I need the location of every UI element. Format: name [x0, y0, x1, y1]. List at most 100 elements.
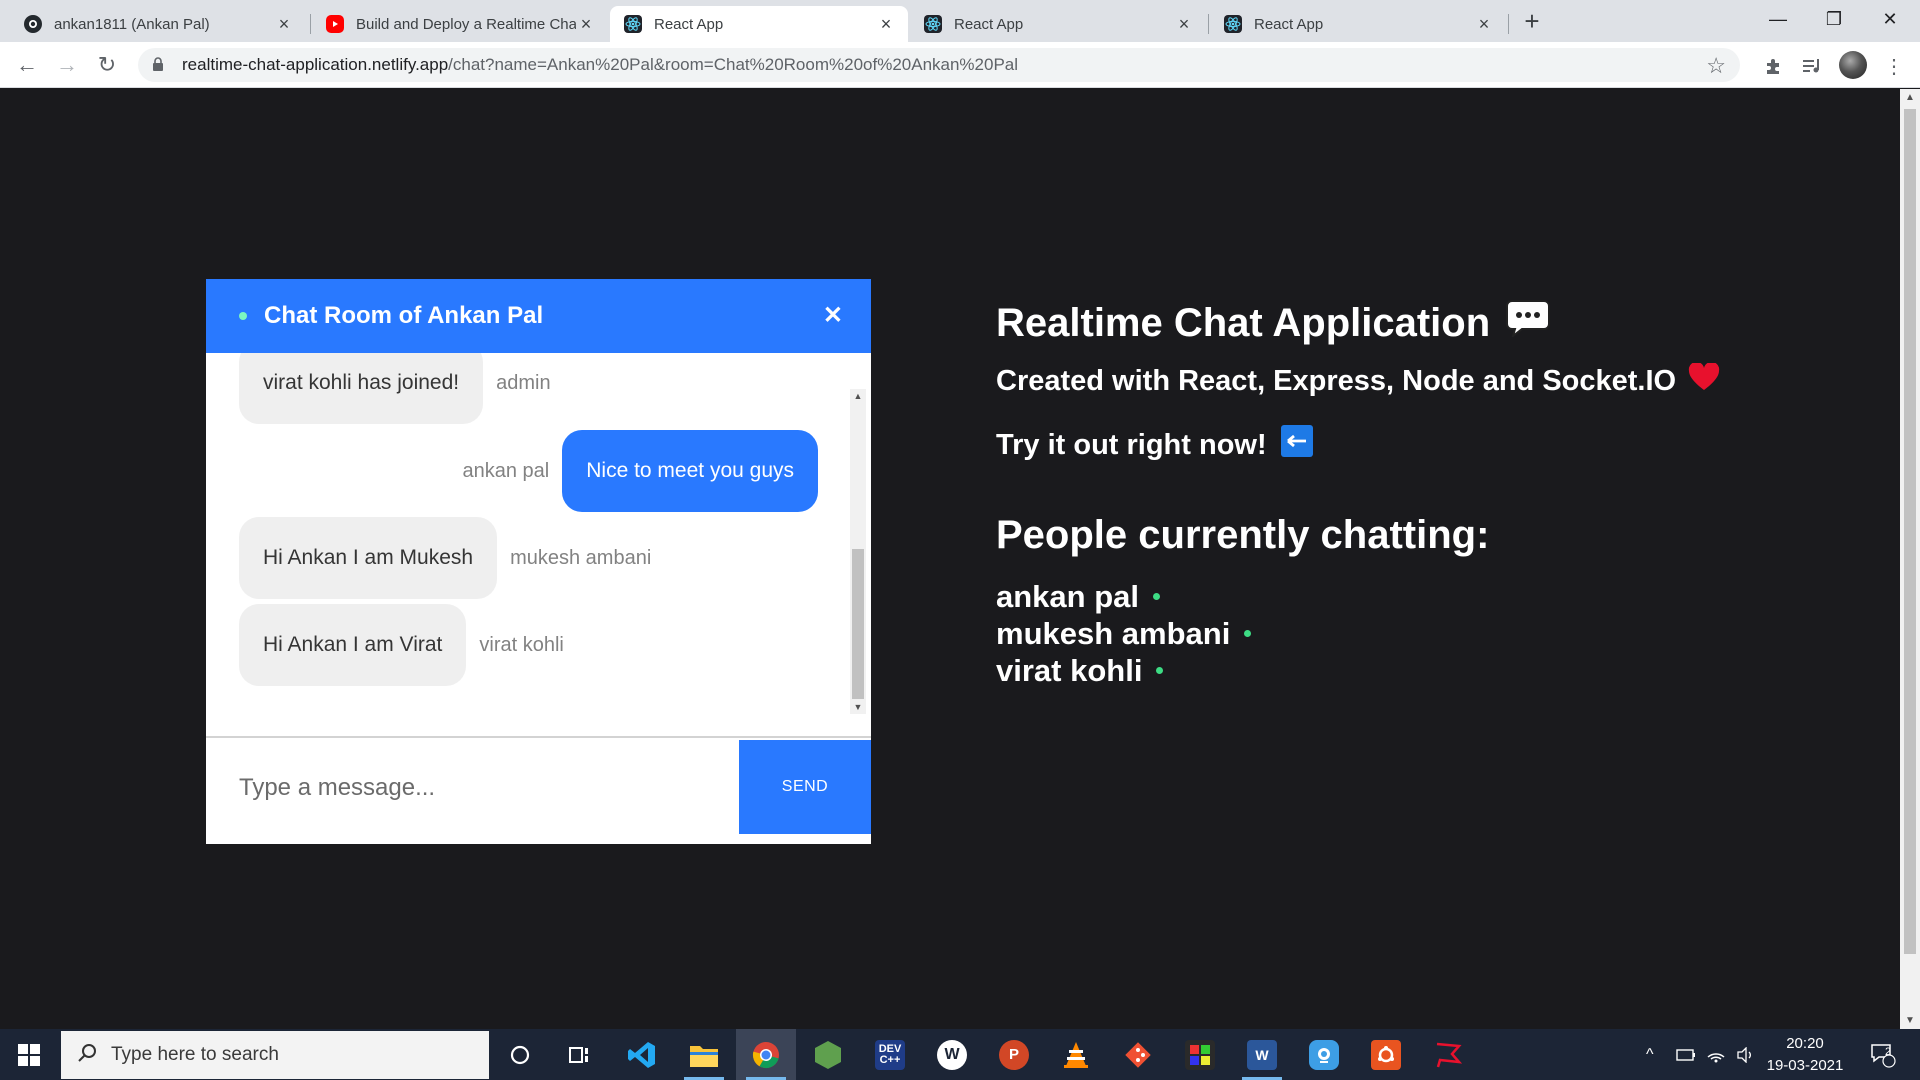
ubuntu-icon[interactable] [1356, 1029, 1416, 1080]
cortana-icon[interactable] [490, 1029, 550, 1080]
browser-tab-react[interactable]: React App × [1210, 6, 1506, 42]
scroll-up-arrow-icon[interactable]: ▲ [1900, 92, 1920, 103]
left-arrow-icon [1280, 425, 1313, 465]
close-tab-icon[interactable]: × [876, 14, 896, 35]
tab-title: React App [954, 15, 1024, 33]
clock-time: 20:20 [1786, 1035, 1824, 1052]
online-icon [1244, 630, 1252, 637]
close-tab-icon[interactable]: × [274, 14, 294, 35]
cta-row: Try it out right now! [996, 425, 1720, 465]
chrome-icon[interactable] [736, 1029, 796, 1080]
close-tab-icon[interactable]: × [1474, 14, 1494, 35]
show-hidden-icons-chevron-up-icon[interactable]: ^ [1646, 1029, 1654, 1080]
person-name: ankan pal [996, 578, 1139, 614]
profile-avatar[interactable] [1839, 51, 1867, 79]
git-icon[interactable] [1108, 1029, 1168, 1080]
wifi-icon[interactable] [1706, 1029, 1726, 1080]
reload-icon[interactable]: ↻ [92, 50, 122, 80]
new-tab-plus-icon[interactable]: + [1518, 8, 1546, 36]
react-icon [624, 15, 642, 33]
message-bubble: Hi Ankan I am Virat [239, 604, 467, 686]
page-content: Chat Room of Ankan Pal ✕ virat kohli has… [0, 89, 1900, 1029]
page-scrollbar[interactable]: ▲ ▼ [1900, 89, 1920, 1029]
tab-title: ankan1811 (Ankan Pal) [54, 15, 210, 33]
taskbar-search-box[interactable]: Type here to search [61, 1031, 489, 1079]
scroll-up-arrow-icon[interactable]: ▲ [850, 391, 866, 401]
webcam-icon[interactable] [1294, 1029, 1354, 1080]
react-icon [924, 15, 942, 33]
chat-header: Chat Room of Ankan Pal ✕ [206, 279, 871, 353]
nodejs-icon[interactable] [798, 1029, 858, 1080]
message-sender: virat kohli [479, 633, 564, 656]
send-button[interactable]: SEND [739, 740, 871, 834]
tab-separator [1508, 14, 1509, 34]
close-tab-icon[interactable]: × [1174, 14, 1194, 35]
app-title: Realtime Chat Application [996, 300, 1491, 345]
powerpoint-icon[interactable]: P [984, 1029, 1044, 1080]
scroll-down-arrow-icon[interactable]: ▼ [1900, 1015, 1920, 1026]
message-item-mine: ankan pal Nice to meet you guys [462, 430, 818, 512]
tab-strip: ankan1811 (Ankan Pal) × Build and Deploy… [0, 0, 1920, 42]
close-chat-icon[interactable]: ✕ [823, 301, 843, 330]
app-flag-icon[interactable] [1418, 1029, 1478, 1080]
message-input[interactable] [206, 740, 739, 836]
page-scroll-thumb[interactable] [1904, 109, 1916, 954]
message-item: Hi Ankan I am Mukesh mukesh ambani [239, 517, 651, 599]
tab-separator [310, 14, 311, 34]
url-path: /chat?name=Ankan%20Pal&room=Chat%20Room%… [448, 55, 1019, 74]
extensions-puzzle-icon[interactable] [1759, 52, 1787, 80]
tab-title: React App [654, 15, 724, 33]
battery-icon[interactable] [1676, 1029, 1696, 1080]
restore-icon[interactable]: ❐ [1806, 0, 1862, 38]
bookmark-star-icon[interactable]: ☆ [1706, 53, 1726, 79]
windows-start-icon[interactable] [0, 1029, 58, 1080]
scroll-down-arrow-icon[interactable]: ▼ [850, 702, 866, 712]
messages-scrollbar[interactable]: ▲ ▼ [850, 389, 866, 714]
message-item: virat kohli has joined! admin [239, 353, 551, 424]
messages-list[interactable]: virat kohli has joined! admin ankan pal … [206, 353, 871, 726]
online-icon [1156, 667, 1164, 674]
search-placeholder: Type here to search [111, 1044, 279, 1065]
dev-cpp-icon[interactable]: DEV C++ [860, 1029, 920, 1080]
codeblocks-icon[interactable] [1170, 1029, 1230, 1080]
file-explorer-icon[interactable] [674, 1029, 734, 1080]
message-bubble: Hi Ankan I am Mukesh [239, 517, 498, 599]
notifications-icon[interactable]: 2 [1870, 1029, 1896, 1080]
task-view-icon[interactable] [550, 1029, 610, 1080]
tab-title: React App [1254, 15, 1324, 33]
media-playlist-icon[interactable] [1798, 52, 1826, 80]
volume-icon[interactable] [1736, 1029, 1756, 1080]
close-tab-icon[interactable]: × [576, 14, 596, 35]
person-name: virat kohli [996, 652, 1143, 688]
browser-toolbar: ← → ↻ realtime-chat-application.netlify.… [0, 42, 1920, 88]
minimize-icon[interactable]: — [1750, 0, 1806, 38]
github-icon [24, 15, 42, 33]
address-bar[interactable]: realtime-chat-application.netlify.app/ch… [138, 48, 1740, 82]
paint-3d-icon[interactable]: W [922, 1029, 982, 1080]
taskbar-clock[interactable]: 20:20 19-03-2021 [1762, 1033, 1848, 1077]
vlc-icon[interactable] [1046, 1029, 1106, 1080]
back-arrow-icon[interactable]: ← [12, 50, 42, 80]
people-list: ankan pal mukesh ambani virat kohli [996, 578, 1720, 689]
lock-icon [152, 57, 166, 73]
speech-balloon-icon [1506, 299, 1551, 347]
word-icon[interactable]: W [1232, 1029, 1292, 1080]
message-bubble: virat kohli has joined! [239, 353, 484, 424]
browser-tab-youtube[interactable]: Build and Deploy a Realtime Chat × [312, 6, 608, 42]
message-sender: mukesh ambani [510, 546, 652, 569]
browser-menu-icon[interactable]: ⋮ [1880, 52, 1908, 80]
browser-tab-react[interactable]: React App × [910, 6, 1206, 42]
vscode-icon[interactable] [612, 1029, 672, 1080]
room-name: Chat Room of Ankan Pal [264, 302, 544, 329]
window-close-icon[interactable]: ✕ [1862, 0, 1918, 38]
react-icon [1224, 15, 1242, 33]
browser-tab-react-active[interactable]: React App × [610, 6, 908, 42]
browser-tab-github[interactable]: ankan1811 (Ankan Pal) × [10, 6, 306, 42]
forward-arrow-icon[interactable]: → [52, 50, 82, 80]
online-icon [1153, 593, 1160, 600]
search-icon [77, 1043, 97, 1068]
app-title-row: Realtime Chat Application [996, 299, 1720, 347]
messages-scroll-thumb[interactable] [852, 549, 864, 699]
people-heading: People currently chatting: [996, 513, 1490, 557]
tab-separator [1208, 14, 1209, 34]
